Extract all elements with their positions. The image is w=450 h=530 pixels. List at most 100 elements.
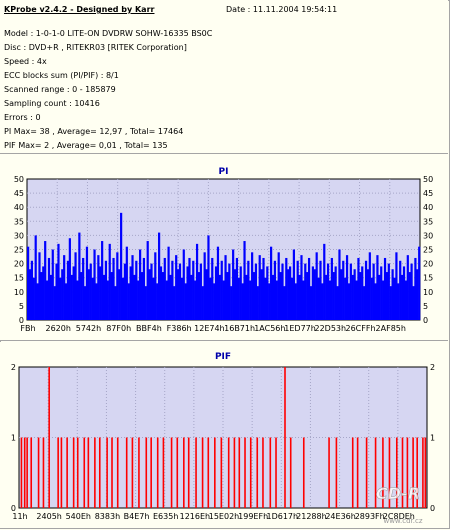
pi-bar [237,277,240,320]
pif-bar [422,437,424,508]
pi-bar [307,257,311,320]
info-model: Model : 1-0-1-0 LITE-ON DVDRW SOHW-16335… [4,29,213,38]
pif-bar [131,437,134,508]
pi-bar [161,272,164,320]
pi-y-tick-right: 45 [423,189,433,198]
scan-date: Date : 11.11.2004 19:54:11 [226,5,338,14]
pif-x-tick-label: E635h [153,512,178,521]
pi-bar [102,274,106,320]
pi-bar [306,272,309,320]
pif-bar [98,437,101,508]
watermark-logo: CD-R [376,484,420,503]
pi-bar [349,263,352,320]
pi-bar [402,266,406,320]
pif-x-tick-label: 540Eh [66,512,91,521]
pi-x-tick-label: FBh [20,324,35,333]
pi-bar [391,269,394,320]
pi-y-tick-left: 30 [14,231,24,240]
pi-bar [290,277,294,320]
pi-bar [220,260,223,320]
pi-bar [55,263,58,320]
pif-y-tick-left: 2 [11,363,16,372]
pi-x-tick-label: BBF4h [136,324,162,333]
pif-y-tick-right: 0 [430,504,435,513]
app-title: KProbe v2.4.2 - Designed by Karr [4,5,154,14]
pi-bar [213,283,216,320]
pif-bar [365,437,368,508]
pi-bar [156,283,159,320]
pi-bar [323,243,326,320]
pif-bar [106,437,108,508]
pi-bar [104,260,108,320]
pi-x-tick-label: 16B71h [224,324,255,333]
pi-bar [245,274,248,320]
pif-bar [66,437,68,508]
pi-y-tick-right: 40 [423,203,433,212]
pi-bar [53,286,56,320]
pif-bar [156,437,159,508]
pi-bar [294,283,297,320]
pi-x-tick-label: 1ED77h [284,324,316,333]
info-sampling-count: Sampling count : 10416 [4,99,100,108]
pi-bar [266,266,269,320]
pi-y-tick-right: 30 [423,231,433,240]
pif-y-tick-right: 1 [430,434,435,443]
pi-bar [83,286,87,320]
pif-bar [238,437,241,508]
pi-bar [239,266,242,320]
pif-bar [145,437,148,508]
pi-bar [313,269,316,320]
pi-bar [252,272,256,320]
pi-x-tick-label: 2AF85h [376,324,406,333]
pi-bar [370,277,373,320]
pif-bar [83,437,86,508]
pi-bar [74,252,77,320]
pi-bar [214,266,218,320]
pi-bar [296,260,299,320]
pi-bar [106,280,109,320]
pi-bar [169,274,172,320]
pif-bar [20,437,23,508]
pi-bar [328,280,332,320]
pif-chart-panel: PIF 0 0 1 1 2 2 11h 2405h 540Eh 8383h B4E7h E635h 121… [0,342,448,528]
pi-bar [38,252,41,320]
pif-bar [201,437,204,508]
pi-bar [57,243,60,320]
pi-bar [319,260,322,320]
pi-bar [363,286,366,320]
pi-bar [195,243,199,320]
pi-bar [389,286,392,320]
pi-x-tick-label: 22D53h [315,324,347,333]
pi-bar [399,260,402,320]
pif-bar [220,437,223,508]
pi-y-tick-right: 0 [423,316,428,325]
pi-bar [159,266,163,320]
pi-bar [376,255,379,320]
pi-bar [342,260,345,320]
pi-bar [330,257,333,320]
pif-bar [424,437,427,508]
pi-bar [44,241,47,320]
pi-title: PI [219,167,229,177]
pi-bar [233,269,237,320]
pi-bar [205,269,208,320]
pif-x-tick-label: 199EFh [238,512,268,521]
pif-bar [195,437,197,508]
pi-bar [368,252,371,320]
pi-bar [45,280,49,320]
pi-bar [372,263,375,320]
pif-bar [150,437,152,508]
pi-bar [268,283,271,320]
pi-bar [418,246,421,320]
pi-bar [135,260,138,320]
pi-bar [345,255,349,320]
pi-bar [182,249,185,320]
pif-bar [87,437,90,508]
pi-bar [85,246,89,320]
pi-bar [110,272,113,320]
pi-bar [165,280,168,320]
pi-chart-panel: PI 0 0 5 5 10 10 15 15 20 20 25 25 30 30 35 35 40 40 45 45 50… [0,154,448,341]
pi-bar [140,272,144,320]
pi-bar [133,274,136,320]
pi-bar [188,257,191,320]
